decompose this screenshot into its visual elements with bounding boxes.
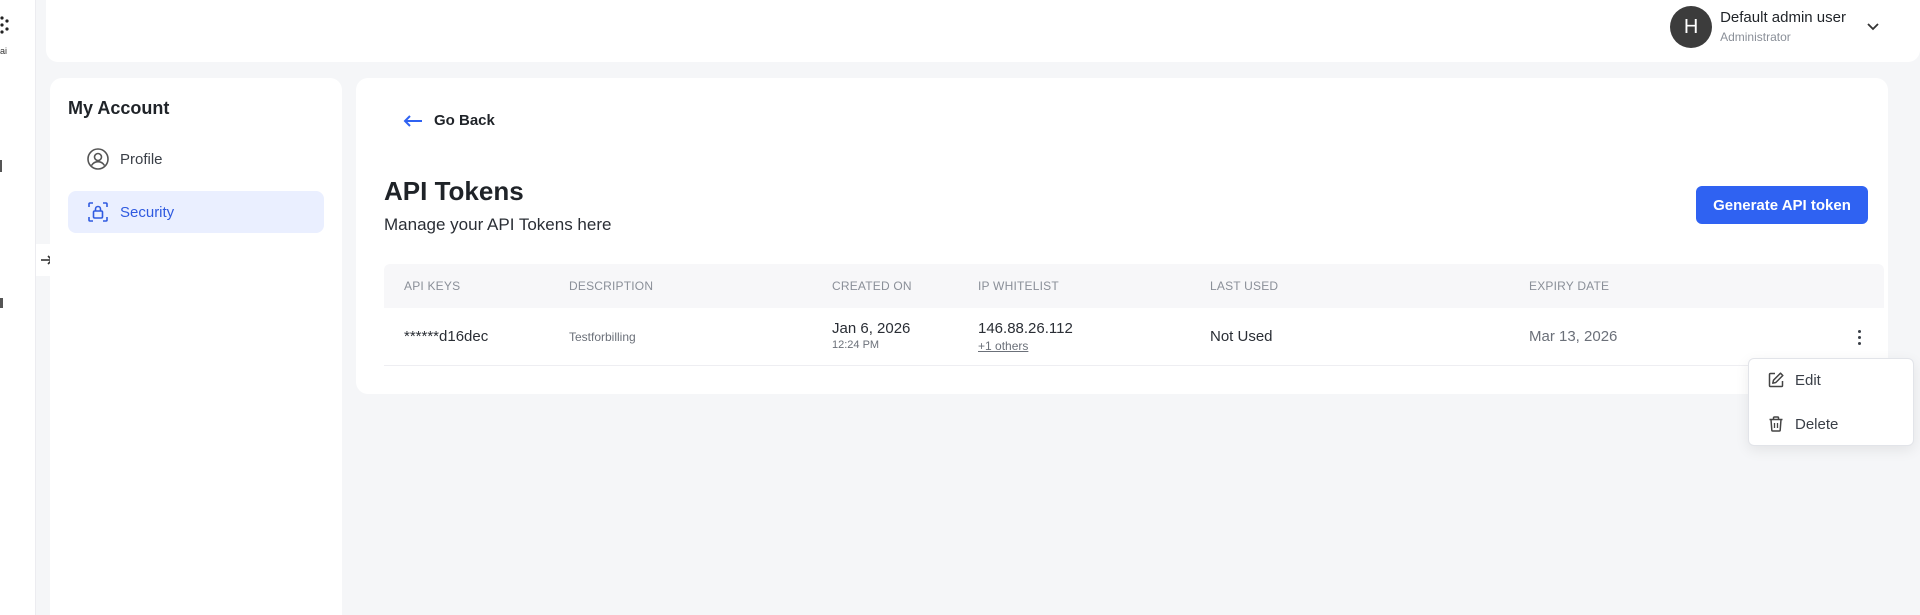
api-tokens-table: API KEYS DESCRIPTION CREATED ON IP WHITE… [384, 264, 1884, 366]
column-header-api-keys: API KEYS [404, 279, 461, 293]
ip-value: 146.88.26.112 [978, 320, 1073, 337]
go-back-button[interactable]: Go Back [402, 112, 495, 129]
arrow-left-icon [403, 114, 422, 127]
menu-item-delete[interactable]: Delete [1767, 415, 1838, 433]
sidebar-item-label: Profile [120, 150, 163, 168]
column-header-last-used: LAST USED [1210, 279, 1279, 293]
sidebar-item-profile[interactable]: Profile [68, 138, 324, 180]
chevron-down-icon [1867, 23, 1879, 31]
user-menu[interactable]: H Default admin user Administrator [1670, 6, 1880, 48]
app-logo-icon[interactable] [0, 14, 12, 36]
row-actions-kebab-icon[interactable] [1850, 326, 1868, 348]
page-subtitle: Manage your API Tokens here [384, 215, 612, 234]
page-title: API Tokens [384, 176, 524, 206]
go-back-label: Go Back [434, 112, 495, 129]
last-used-value: Not Used [1210, 328, 1273, 345]
column-header-created-on: CREATED ON [832, 279, 912, 293]
table-row: ******d16dec Testforbilling Jan 6, 2026 … [384, 308, 1884, 366]
rail-nav-icon[interactable] [0, 298, 3, 308]
menu-item-label: Delete [1795, 415, 1839, 433]
column-header-ip-whitelist: IP WHITELIST [978, 279, 1059, 293]
avatar: H [1670, 6, 1713, 48]
generate-api-token-button[interactable]: Generate API token [1696, 186, 1868, 224]
column-header-expiry-date: EXPIRY DATE [1529, 279, 1610, 293]
user-name: Default admin user [1720, 9, 1846, 26]
top-header: H Default admin user Administrator [46, 0, 1920, 62]
created-date: Jan 6, 2026 [832, 320, 911, 337]
menu-item-edit[interactable]: Edit [1767, 371, 1821, 389]
description-value: Testforbilling [569, 330, 636, 344]
sidebar-title: My Account [68, 98, 170, 118]
left-rail: ai [0, 0, 36, 615]
api-tokens-card: Go Back API Tokens Manage your API Token… [356, 78, 1888, 394]
user-role: Administrator [1720, 30, 1791, 44]
user-circle-icon [86, 147, 110, 171]
account-sidebar: My Account Profile Security [50, 78, 342, 615]
app-logo-text: ai [0, 46, 8, 56]
user-info: Default admin user Administrator [1720, 8, 1846, 46]
trash-icon [1767, 415, 1785, 433]
api-key-value: ******d16dec [404, 328, 489, 345]
sidebar-item-label: Security [120, 203, 175, 221]
rail-nav-icon[interactable] [0, 160, 2, 172]
menu-item-label: Edit [1795, 371, 1821, 389]
created-time: 12:24 PM [832, 339, 880, 351]
sidebar-item-security[interactable]: Security [68, 191, 324, 233]
ip-more-link[interactable]: +1 others [978, 339, 1028, 353]
row-actions-menu: Edit Delete [1748, 358, 1914, 446]
expiry-date-value: Mar 13, 2026 [1529, 328, 1618, 345]
edit-icon [1767, 371, 1785, 389]
table-header: API KEYS DESCRIPTION CREATED ON IP WHITE… [384, 264, 1884, 308]
lock-icon [86, 200, 110, 224]
column-header-description: DESCRIPTION [569, 279, 654, 293]
